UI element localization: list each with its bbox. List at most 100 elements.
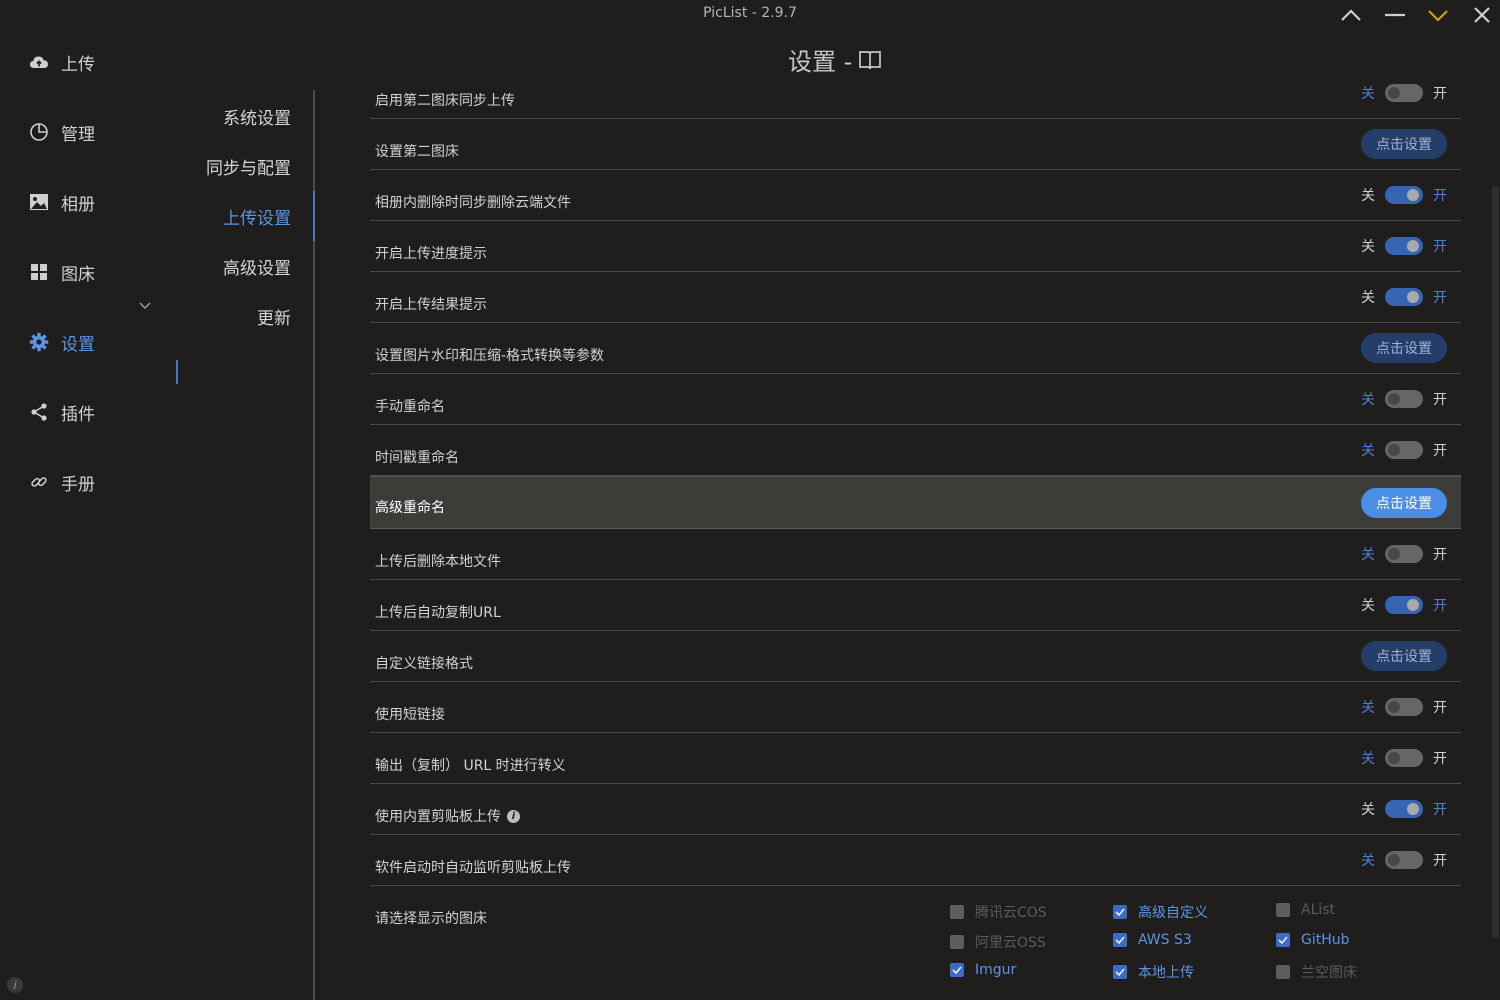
switch-knob — [1388, 701, 1400, 713]
nav-item-plugins[interactable]: 插件 — [28, 392, 178, 432]
nav-item-label: 管理 — [61, 124, 95, 145]
info-icon[interactable]: i — [7, 977, 23, 993]
setting-row: 手动重命名 关 开 — [370, 374, 1461, 425]
info-icon[interactable]: i — [507, 809, 520, 823]
switch-off-label[interactable]: 关 — [1361, 185, 1375, 205]
switch-off-label[interactable]: 关 — [1361, 389, 1375, 409]
setting-row: 启用第二图床同步上传 关 开 — [370, 68, 1461, 119]
switch-on-label[interactable]: 开 — [1433, 389, 1447, 409]
picbed-checkbox[interactable]: AWS S3 — [1113, 932, 1192, 948]
setting-switch: 关 开 — [1361, 78, 1447, 108]
configure-button[interactable]: 点击设置 — [1361, 641, 1447, 671]
switch-off-label[interactable]: 关 — [1361, 799, 1375, 819]
main-nav: 上传 管理 相册 图床 设置 插件 手册 — [0, 30, 190, 1000]
setting-label: 相册内删除时同步删除云端文件 — [375, 195, 571, 211]
subnav-item-update[interactable]: 更新 — [257, 304, 291, 329]
picbed-checkbox[interactable]: 兰空图床 — [1276, 962, 1357, 982]
picbed-checkbox[interactable]: GitHub — [1276, 932, 1350, 948]
picbed-checkbox[interactable]: AList — [1276, 902, 1335, 918]
chevron-up-icon — [1341, 9, 1361, 21]
picbed-checkbox[interactable]: 阿里云OSS — [950, 932, 1046, 952]
close-button[interactable] — [1462, 2, 1500, 28]
switch-off-label[interactable]: 关 — [1361, 236, 1375, 256]
scrollbar[interactable] — [1492, 186, 1499, 938]
setting-label: 输出（复制） URL 时进行转义 — [375, 758, 566, 774]
picbed-checkbox[interactable]: 高级自定义 — [1113, 902, 1208, 922]
setting-switch: 关 开 — [1361, 282, 1447, 312]
switch-on-label[interactable]: 开 — [1433, 544, 1447, 564]
minimize-button[interactable] — [1375, 2, 1415, 28]
close-icon — [1474, 7, 1490, 23]
switch-off-label[interactable]: 关 — [1361, 83, 1375, 103]
nav-item-gallery[interactable]: 相册 — [28, 182, 178, 222]
toggle-switch[interactable] — [1385, 186, 1423, 204]
grid-icon — [28, 261, 50, 283]
setting-row: 开启上传进度提示 关 开 — [370, 221, 1461, 272]
toggle-switch[interactable] — [1385, 237, 1423, 255]
nav-item-manual[interactable]: 手册 — [28, 462, 178, 502]
subnav-item-upload[interactable]: 上传设置 — [223, 204, 291, 229]
switch-on-label[interactable]: 开 — [1433, 697, 1447, 717]
switch-on-label[interactable]: 开 — [1433, 287, 1447, 307]
chevron-down-icon — [1428, 10, 1448, 22]
toggle-switch[interactable] — [1385, 390, 1423, 408]
subnav-item-sync[interactable]: 同步与配置 — [206, 154, 291, 179]
switch-off-label[interactable]: 关 — [1361, 595, 1375, 615]
toggle-switch[interactable] — [1385, 288, 1423, 306]
switch-on-label[interactable]: 开 — [1433, 236, 1447, 256]
nav-item-picbed[interactable]: 图床 — [28, 252, 178, 292]
checkbox-icon — [1276, 903, 1290, 917]
switch-off-label[interactable]: 关 — [1361, 850, 1375, 870]
toggle-switch[interactable] — [1385, 545, 1423, 563]
switch-knob — [1407, 291, 1419, 303]
picbed-checkbox[interactable]: Imgur — [950, 962, 1016, 978]
chevron-down-icon[interactable] — [138, 295, 152, 314]
configure-button[interactable]: 点击设置 — [1361, 488, 1447, 518]
switch-on-label[interactable]: 开 — [1433, 440, 1447, 460]
setting-switch: 关 开 — [1361, 231, 1447, 261]
nav-item-upload[interactable]: 上传 — [28, 42, 178, 82]
switch-off-label[interactable]: 关 — [1361, 697, 1375, 717]
toggle-switch[interactable] — [1385, 441, 1423, 459]
switch-on-label[interactable]: 开 — [1433, 748, 1447, 768]
subnav-item-system[interactable]: 系统设置 — [223, 104, 291, 129]
switch-on-label[interactable]: 开 — [1433, 850, 1447, 870]
setting-row: 开启上传结果提示 关 开 — [370, 272, 1461, 323]
configure-button[interactable]: 点击设置 — [1361, 129, 1447, 159]
toggle-switch[interactable] — [1385, 749, 1423, 767]
switch-on-label[interactable]: 开 — [1433, 83, 1447, 103]
picbed-checkbox[interactable]: 本地上传 — [1113, 962, 1194, 982]
nav-item-label: 手册 — [61, 474, 95, 495]
switch-knob — [1388, 444, 1400, 456]
switch-off-label[interactable]: 关 — [1361, 544, 1375, 564]
setting-row: 上传后自动复制URL 关 开 — [370, 580, 1461, 631]
toggle-switch[interactable] — [1385, 851, 1423, 869]
setting-switch: 关 开 — [1361, 794, 1447, 824]
setting-label: 手动重命名 — [375, 399, 445, 415]
mini-window-button[interactable] — [1418, 2, 1458, 28]
setting-label: 上传后删除本地文件 — [375, 554, 501, 570]
setting-label: 自定义链接格式 — [375, 656, 473, 672]
switch-off-label[interactable]: 关 — [1361, 440, 1375, 460]
nav-item-label: 图床 — [61, 264, 95, 285]
switch-off-label[interactable]: 关 — [1361, 287, 1375, 307]
switch-off-label[interactable]: 关 — [1361, 748, 1375, 768]
toggle-switch[interactable] — [1385, 800, 1423, 818]
toggle-switch[interactable] — [1385, 84, 1423, 102]
subnav-item-advanced[interactable]: 高级设置 — [223, 254, 291, 279]
setting-switch: 关 开 — [1361, 539, 1447, 569]
switch-knob — [1388, 548, 1400, 560]
nav-item-settings[interactable]: 设置 — [28, 322, 178, 362]
switch-on-label[interactable]: 开 — [1433, 595, 1447, 615]
setting-row: 使用内置剪贴板上传 i 关 开 — [370, 784, 1461, 835]
toggle-switch[interactable] — [1385, 698, 1423, 716]
toggle-switch[interactable] — [1385, 596, 1423, 614]
nav-item-manage[interactable]: 管理 — [28, 112, 178, 152]
pin-top-button[interactable] — [1331, 2, 1371, 28]
configure-button[interactable]: 点击设置 — [1361, 333, 1447, 363]
setting-label: 请选择显示的图床 — [375, 911, 487, 927]
switch-on-label[interactable]: 开 — [1433, 799, 1447, 819]
picbed-checkbox[interactable]: 腾讯云COS — [950, 902, 1047, 922]
switch-on-label[interactable]: 开 — [1433, 185, 1447, 205]
app-title: PicList - 2.9.7 — [703, 5, 797, 21]
